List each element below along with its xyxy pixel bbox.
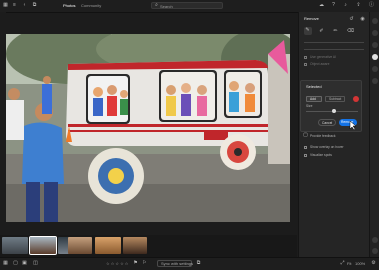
pen-icon[interactable]: ✐ bbox=[319, 29, 324, 34]
visibility-icon[interactable]: ◉ bbox=[360, 17, 365, 22]
filmstrip-thumbnail[interactable] bbox=[2, 237, 28, 254]
heal-icon[interactable] bbox=[372, 42, 378, 48]
eraser-icon[interactable]: ⌫ bbox=[347, 29, 354, 34]
photo-image bbox=[6, 34, 290, 222]
filmstrip bbox=[0, 235, 297, 257]
popup-title: Selected bbox=[306, 84, 322, 89]
slider-track[interactable] bbox=[304, 42, 364, 43]
subtract-button[interactable]: Subtract bbox=[325, 96, 345, 102]
object-aware-label: Object aware bbox=[310, 62, 330, 66]
size-slider-thumb[interactable] bbox=[332, 109, 336, 113]
zoom-percent[interactable]: 100% bbox=[355, 261, 365, 266]
subtract-label: Subtract bbox=[329, 97, 342, 101]
show-overlay-checkbox[interactable] bbox=[304, 146, 307, 149]
filmstrip-thumbnail[interactable] bbox=[29, 236, 57, 255]
search-placeholder: Search bbox=[160, 4, 173, 9]
cancel-label: Cancel bbox=[322, 121, 333, 125]
copy-icon[interactable]: ⧉ bbox=[196, 261, 201, 266]
share-icon[interactable]: ⇪ bbox=[356, 3, 361, 8]
add-label: Add bbox=[310, 97, 316, 101]
help-circle-icon[interactable]: ⓘ bbox=[369, 3, 374, 8]
search-icon: ⌕ bbox=[155, 2, 158, 8]
keywords-icon[interactable] bbox=[372, 248, 378, 254]
show-overlay-label: Show overlay on hover bbox=[310, 145, 344, 149]
tab-photos[interactable]: Photos bbox=[63, 3, 75, 8]
back-icon[interactable]: ‹ bbox=[22, 3, 27, 8]
color-dot[interactable] bbox=[353, 96, 359, 102]
crop-icon[interactable] bbox=[372, 30, 378, 36]
add-button[interactable]: Add bbox=[306, 96, 322, 102]
filter-icon[interactable]: ⧉ bbox=[32, 3, 37, 8]
fit-label[interactable]: Fit bbox=[347, 261, 351, 266]
masking-icon[interactable] bbox=[372, 66, 378, 72]
compare-view-icon[interactable]: ◫ bbox=[33, 261, 38, 266]
sidebar-toggle-icon[interactable]: ▦ bbox=[3, 3, 8, 8]
cursor-icon bbox=[349, 121, 357, 131]
presets-icon[interactable] bbox=[372, 78, 378, 84]
object-aware-checkbox[interactable] bbox=[304, 63, 307, 66]
brush-icon: ✎ bbox=[305, 27, 310, 33]
tool-column bbox=[369, 12, 379, 269]
feedback-icon[interactable]: ▢ bbox=[303, 133, 308, 138]
detail-view-icon[interactable]: ▣ bbox=[22, 261, 27, 266]
slider-track[interactable] bbox=[304, 49, 364, 50]
panel-title: Remove bbox=[304, 16, 319, 21]
pencil-icon[interactable]: ✏ bbox=[333, 29, 338, 34]
tab-community[interactable]: Community bbox=[81, 3, 101, 8]
help-icon[interactable]: ? bbox=[331, 3, 336, 8]
use-generative-ai-label: Use generative AI bbox=[310, 55, 337, 59]
reset-icon[interactable]: ↺ bbox=[349, 17, 354, 22]
fit-icon[interactable]: ⤢ bbox=[340, 261, 345, 266]
menu-icon[interactable]: ≡ bbox=[12, 3, 17, 8]
settings-icon[interactable]: ⚙ bbox=[371, 261, 376, 266]
size-label: Size bbox=[306, 104, 313, 108]
sync-label: Sync with settings bbox=[161, 261, 194, 266]
provide-feedback-link[interactable]: Provide feedback bbox=[310, 134, 335, 138]
bottom-bar: ▦ ▢ ▣ ◫ ☆ ☆ ☆ ☆ ☆ ⚑ ⚐ Sync with settings… bbox=[0, 257, 379, 270]
reject-flag-icon[interactable]: ⚐ bbox=[142, 261, 147, 266]
cloud-icon[interactable]: ☁ bbox=[319, 3, 324, 8]
photo-canvas[interactable] bbox=[6, 34, 290, 222]
cancel-button[interactable]: Cancel bbox=[318, 119, 336, 126]
visualize-spots-checkbox[interactable] bbox=[304, 154, 307, 157]
flag-icon[interactable]: ⚑ bbox=[133, 261, 138, 266]
rating-stars[interactable]: ☆ ☆ ☆ ☆ ☆ bbox=[106, 261, 128, 266]
edit-icon[interactable] bbox=[372, 18, 378, 24]
sync-settings-button[interactable]: Sync with settings bbox=[157, 260, 194, 267]
generative-ai-checkbox[interactable] bbox=[304, 56, 307, 59]
square-view-icon[interactable]: ▢ bbox=[13, 261, 18, 266]
visualize-spots-label: Visualize spots bbox=[310, 153, 332, 157]
selection-popup: Selected Add Subtract Size Cancel Remove bbox=[300, 80, 362, 132]
search-input[interactable]: ⌕ Search bbox=[151, 2, 223, 9]
remove-tool-icon[interactable] bbox=[372, 54, 378, 60]
remove-panel: Remove ↺ ◉ ✎ ✐ ✏ ⌫ Use generative AI Obj… bbox=[298, 12, 369, 257]
filmstrip-thumbnail[interactable] bbox=[95, 237, 121, 254]
grid-view-icon[interactable]: ▦ bbox=[3, 261, 8, 266]
info-icon[interactable] bbox=[372, 237, 378, 243]
remove-brush-button[interactable]: ✎ bbox=[304, 27, 312, 35]
filmstrip-thumbnail[interactable] bbox=[68, 237, 92, 254]
bell-icon[interactable]: ♪ bbox=[343, 3, 348, 8]
filmstrip-thumbnail[interactable] bbox=[123, 237, 147, 254]
